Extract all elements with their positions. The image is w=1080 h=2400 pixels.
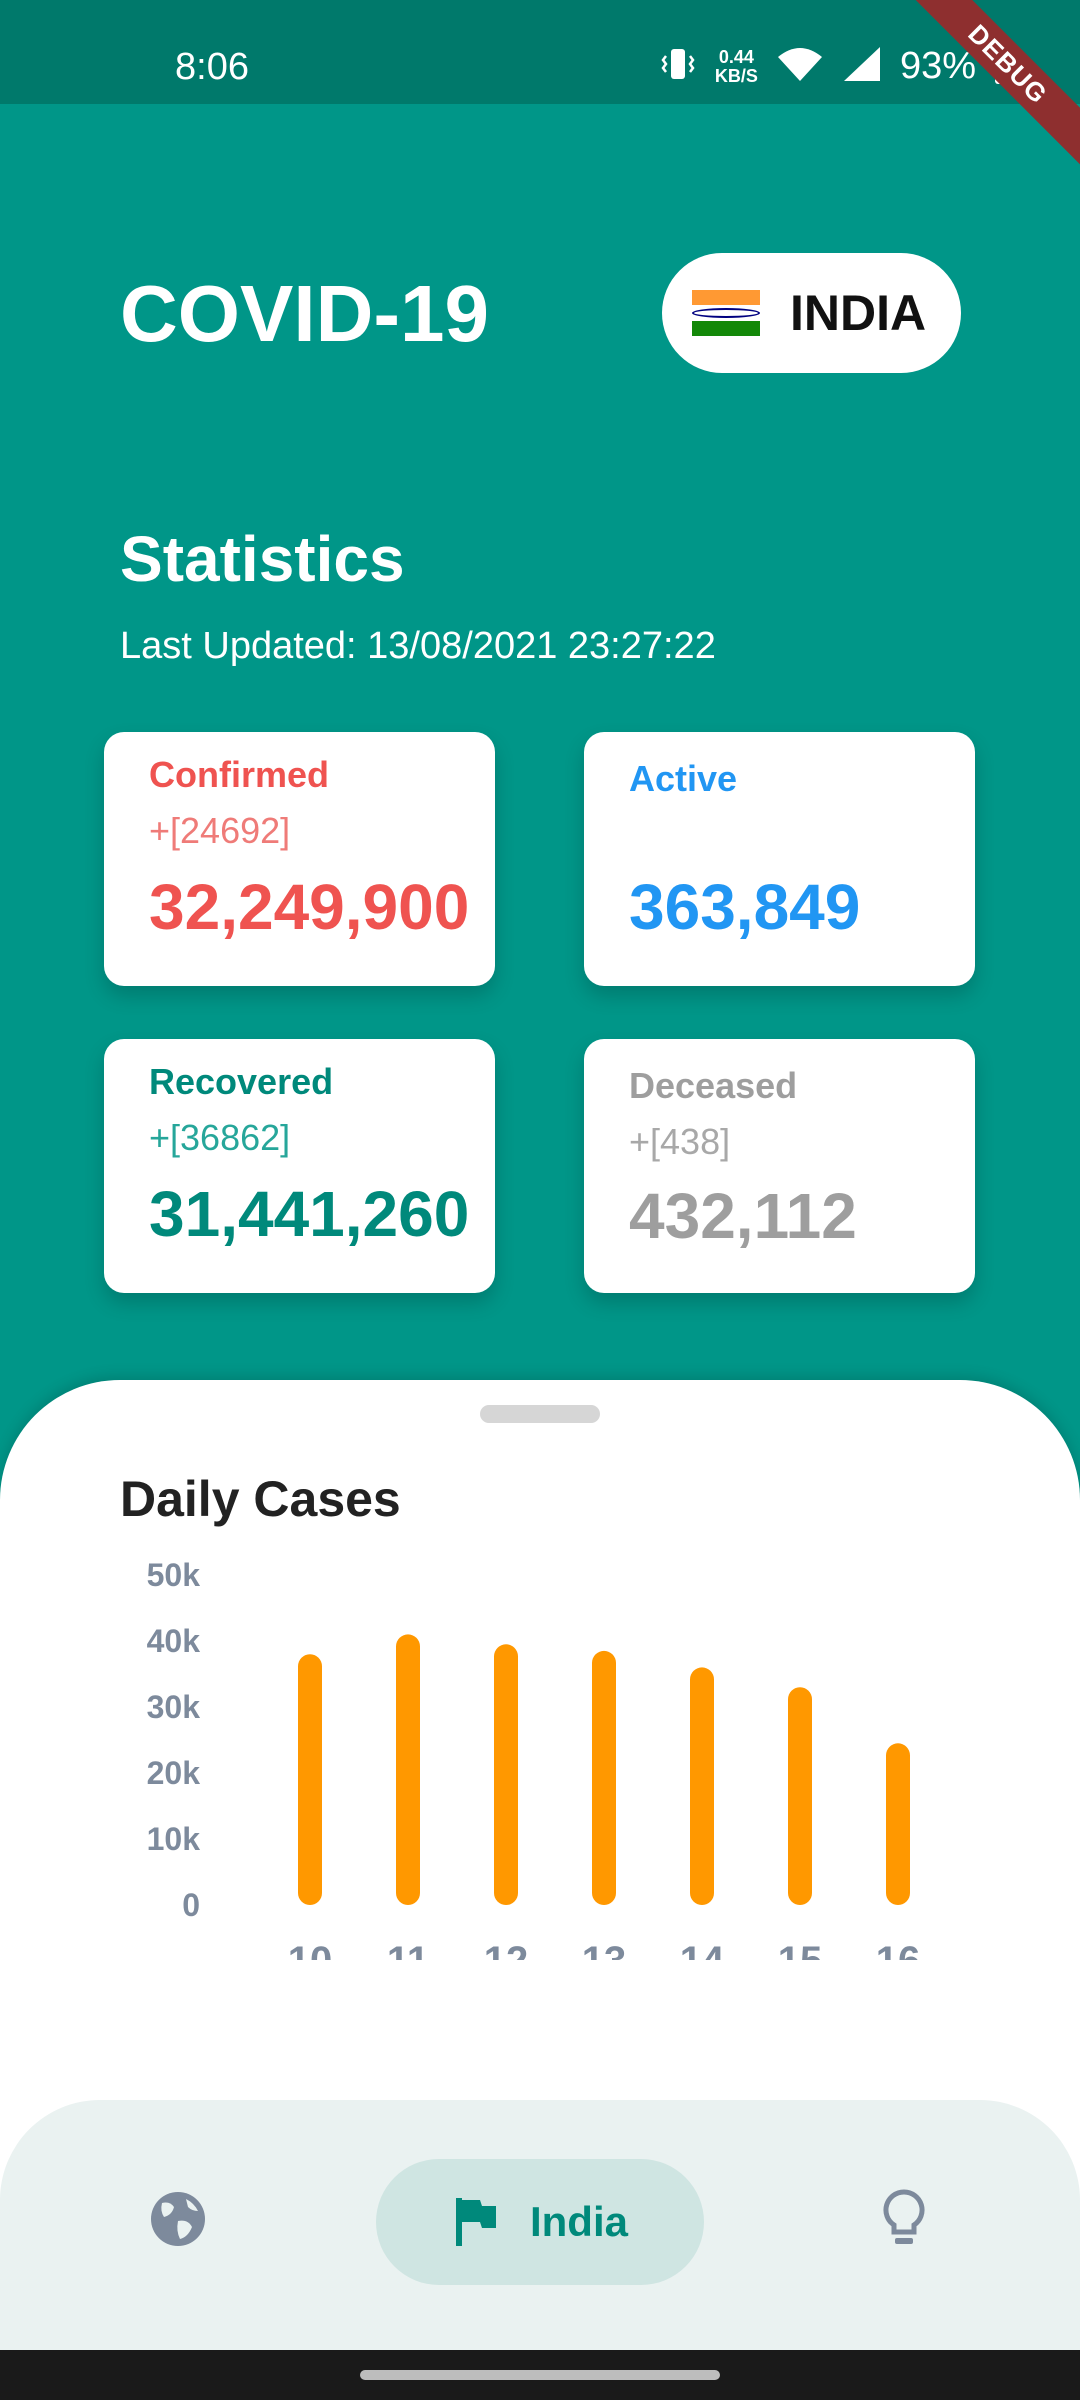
confirmed-label: Confirmed	[149, 754, 329, 795]
wifi-icon	[776, 45, 824, 88]
network-speed: 0.44 KB/S	[714, 46, 758, 86]
chart-bar	[886, 1743, 910, 1905]
country-selector-button[interactable]: INDIA	[662, 253, 961, 373]
nav-india-label: India	[529, 2198, 628, 2245]
x-tick-label: 13	[582, 1939, 627, 1960]
statistics-title: Statistics	[120, 523, 405, 595]
cell-signal-icon	[842, 45, 882, 88]
x-tick-label: 11	[387, 1939, 429, 1960]
globe-icon	[151, 2192, 205, 2246]
y-tick-label: 30k	[147, 1689, 201, 1725]
battery-percent: 93%	[899, 45, 976, 87]
confirmed-delta: +[24692]	[149, 810, 291, 851]
chart-bar	[494, 1644, 518, 1905]
deceased-card: Deceased +[438] 432,112	[584, 1039, 975, 1293]
x-tick-label: 15	[778, 1939, 823, 1960]
x-tick-label: 14	[680, 1939, 725, 1960]
chart-bar	[690, 1667, 714, 1905]
x-tick-label: 10	[288, 1939, 333, 1960]
y-tick-label: 40k	[147, 1623, 201, 1659]
daily-cases-chart: 0 10k 20k 30k 40k 50k 10 11 12 13 14 15 16	[147, 1557, 921, 1960]
active-card: Active 363,849	[584, 732, 975, 986]
flag-icon	[455, 2198, 496, 2246]
recovered-value: 31,441,260	[149, 1178, 470, 1250]
y-tick-label: 50k	[147, 1557, 201, 1593]
confirmed-card: Confirmed +[24692] 32,249,900	[104, 732, 495, 986]
recovered-label: Recovered	[149, 1061, 334, 1102]
x-tick-label: 12	[484, 1939, 529, 1960]
active-value: 363,849	[629, 871, 861, 943]
active-delta	[629, 814, 975, 856]
status-bar: 8:06 0.44 KB/S 93%	[0, 0, 1080, 104]
x-tick-label: 16	[876, 1939, 921, 1960]
sheet-drag-handle[interactable]	[480, 1405, 600, 1423]
nav-tips-button[interactable]	[862, 2177, 946, 2261]
deceased-delta: +[438]	[629, 1121, 731, 1162]
chart-bar	[396, 1634, 420, 1905]
home-gesture-pill[interactable]	[360, 2370, 720, 2380]
nav-india-button[interactable]: India	[376, 2159, 704, 2285]
recovered-delta: +[36862]	[149, 1117, 291, 1158]
chart-title: Daily Cases	[120, 1471, 401, 1527]
app-title: COVID-19	[120, 269, 489, 358]
y-tick-label: 0	[182, 1887, 200, 1923]
network-speed-value: 0.44	[718, 46, 754, 67]
y-tick-label: 10k	[147, 1821, 201, 1857]
lightbulb-icon	[883, 2189, 925, 2244]
system-navigation-bar	[0, 2350, 1080, 2400]
chart-bar	[298, 1654, 322, 1905]
y-tick-label: 20k	[147, 1755, 201, 1791]
chart-bar	[788, 1687, 812, 1905]
chart-bar	[592, 1650, 616, 1905]
network-speed-unit: KB/S	[714, 65, 758, 86]
deceased-label: Deceased	[629, 1065, 798, 1106]
status-time: 8:06	[175, 46, 249, 88]
nav-world-button[interactable]	[136, 2177, 220, 2261]
country-name: INDIA	[790, 285, 927, 341]
india-flag-icon	[692, 290, 760, 336]
confirmed-value: 32,249,900	[149, 871, 470, 943]
vibrate-icon	[659, 45, 697, 88]
active-label: Active	[629, 758, 738, 799]
deceased-value: 432,112	[629, 1180, 857, 1252]
last-updated: Last Updated: 13/08/2021 23:27:22	[120, 625, 716, 667]
bottom-navigation: India	[0, 2100, 1080, 2350]
recovered-card: Recovered +[36862] 31,441,260	[104, 1039, 495, 1293]
status-icons: 0.44 KB/S 93%	[659, 44, 1018, 89]
